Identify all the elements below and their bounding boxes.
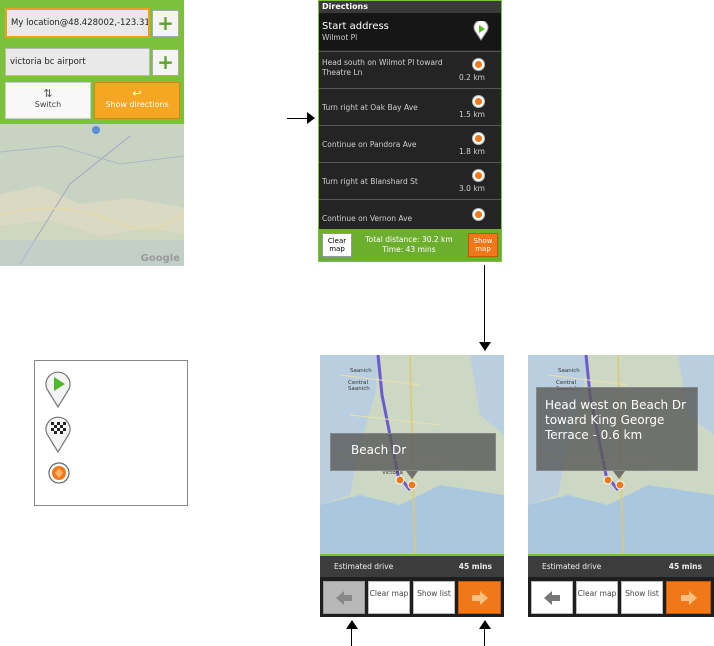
map-label: Central Saanich — [348, 380, 370, 392]
start-address-row[interactable]: Start address Wilmot Pl — [319, 13, 501, 50]
estimated-value: 45 mins — [668, 562, 702, 571]
flow-arrow-line-2 — [484, 265, 485, 345]
step-marker-icon — [473, 59, 484, 70]
step-marker-icon — [473, 170, 484, 181]
directions-footer: Clear map Total distance: 30.2 km Time: … — [319, 229, 501, 261]
show-list-button[interactable]: Show list — [413, 581, 455, 614]
step-info-bubble: Beach Dr — [330, 433, 496, 471]
route-summary: Total distance: 30.2 km Time: 43 mins — [359, 235, 459, 255]
current-location-dot — [92, 126, 100, 134]
step-marker-icon — [473, 133, 484, 144]
route-search-panel: My location@48.428002,-123.31735 + victo… — [0, 0, 184, 266]
flow-arrowhead-2 — [479, 342, 491, 351]
start-marker-icon — [45, 371, 71, 409]
left-arrow-icon — [544, 591, 560, 605]
total-time: Time: 43 mins — [382, 245, 436, 254]
right-arrow-icon — [680, 591, 697, 605]
estimated-drive-bar: Estimated drive 45 mins — [320, 554, 504, 577]
total-distance: Total distance: 30.2 km — [365, 235, 453, 244]
step-marker-icon — [473, 209, 484, 220]
map-label: Saanich — [350, 368, 372, 374]
map-graphic — [0, 124, 184, 266]
bubble-pointer — [613, 471, 625, 479]
add-from-button[interactable]: + — [152, 10, 179, 37]
flow-arrowhead-1 — [307, 112, 315, 124]
to-location-field[interactable]: victoria bc airport — [5, 48, 150, 76]
map-view-1: Saanich Central Saanich Victoria Beach D… — [320, 355, 504, 617]
next-step-button[interactable] — [458, 581, 501, 614]
prev-step-button[interactable] — [323, 581, 365, 614]
from-location-field[interactable]: My location@48.428002,-123.31735 — [5, 8, 150, 38]
switch-button[interactable]: ⇅ Switch — [5, 82, 91, 119]
step-text: Head south on Wilmot Pl toward Theatre L… — [322, 58, 443, 77]
step-distance: 1.8 km — [459, 147, 485, 156]
start-marker-icon — [473, 21, 489, 41]
overview-map[interactable]: Google — [0, 124, 184, 266]
add-to-button[interactable]: + — [152, 49, 179, 76]
swap-icon: ⇅ — [43, 87, 53, 100]
map-label: Saanich — [558, 368, 580, 374]
step-marker-icon — [473, 96, 484, 107]
step-distance: 3.0 km — [459, 184, 485, 193]
bubble-text: Beach Dr — [351, 443, 407, 457]
map-view-2: Saanich Central Saanich Head west on Bea… — [528, 355, 714, 617]
direction-step-row[interactable]: Turn right at Oak Bay Ave 1.5 km — [319, 88, 501, 124]
clear-map-button[interactable]: Clear map — [576, 581, 618, 614]
prev-pointer-arrowhead — [346, 620, 358, 629]
return-arrow-icon: ↩ — [132, 87, 142, 100]
bubble-text: Head west on Beach Dr toward King George… — [545, 398, 687, 442]
direction-step-row[interactable]: Turn right at Blanshard St 3.0 km — [319, 162, 501, 198]
left-arrow-icon — [336, 591, 352, 605]
show-directions-button[interactable]: ↩ Show directions — [94, 82, 180, 119]
estimated-label: Estimated drive — [334, 562, 394, 571]
clear-map-button[interactable]: Clear map — [322, 233, 352, 257]
step-text: Continue on Pandora Ave — [322, 140, 417, 149]
marker-legend — [34, 360, 188, 506]
next-step-button[interactable] — [666, 581, 711, 614]
bubble-pointer — [406, 471, 418, 479]
right-arrow-icon — [471, 591, 488, 605]
show-directions-label: Show directions — [105, 100, 169, 109]
start-address-subtitle: Wilmot Pl — [322, 33, 358, 42]
show-list-button[interactable]: Show list — [621, 581, 663, 614]
google-logo: Google — [140, 253, 180, 264]
map-nav-bar: Clear map Show list — [320, 577, 504, 617]
show-map-button[interactable]: Show map — [468, 233, 498, 257]
estimated-value: 45 mins — [458, 562, 492, 571]
start-address-title: Start address — [322, 21, 389, 32]
step-text: Turn right at Blanshard St — [322, 177, 418, 186]
finish-marker-icon — [45, 416, 71, 454]
directions-panel: Directions Start address Wilmot Pl Head … — [318, 0, 502, 262]
clear-map-button[interactable]: Clear map — [368, 581, 410, 614]
next-pointer-arrowhead — [479, 620, 491, 629]
switch-label: Switch — [34, 100, 62, 109]
direction-step-row[interactable]: Continue on Pandora Ave 1.8 km — [319, 125, 501, 161]
map-nav-bar: Clear map Show list — [528, 577, 714, 617]
estimated-label: Estimated drive — [542, 562, 602, 571]
step-text: Turn right at Oak Bay Ave — [322, 103, 418, 112]
step-text: Continue on Vernon Ave — [322, 214, 413, 223]
direction-step-row[interactable]: Head south on Wilmot Pl toward Theatre L… — [319, 51, 501, 87]
prev-step-button[interactable] — [531, 581, 573, 614]
step-distance: 1.5 km — [459, 110, 485, 119]
estimated-drive-bar: Estimated drive 45 mins — [528, 554, 714, 577]
directions-title: Directions — [319, 1, 501, 13]
step-distance: 0.2 km — [459, 73, 485, 82]
step-info-bubble: Head west on Beach Dr toward King George… — [536, 387, 698, 471]
step-marker-icon — [48, 462, 70, 484]
